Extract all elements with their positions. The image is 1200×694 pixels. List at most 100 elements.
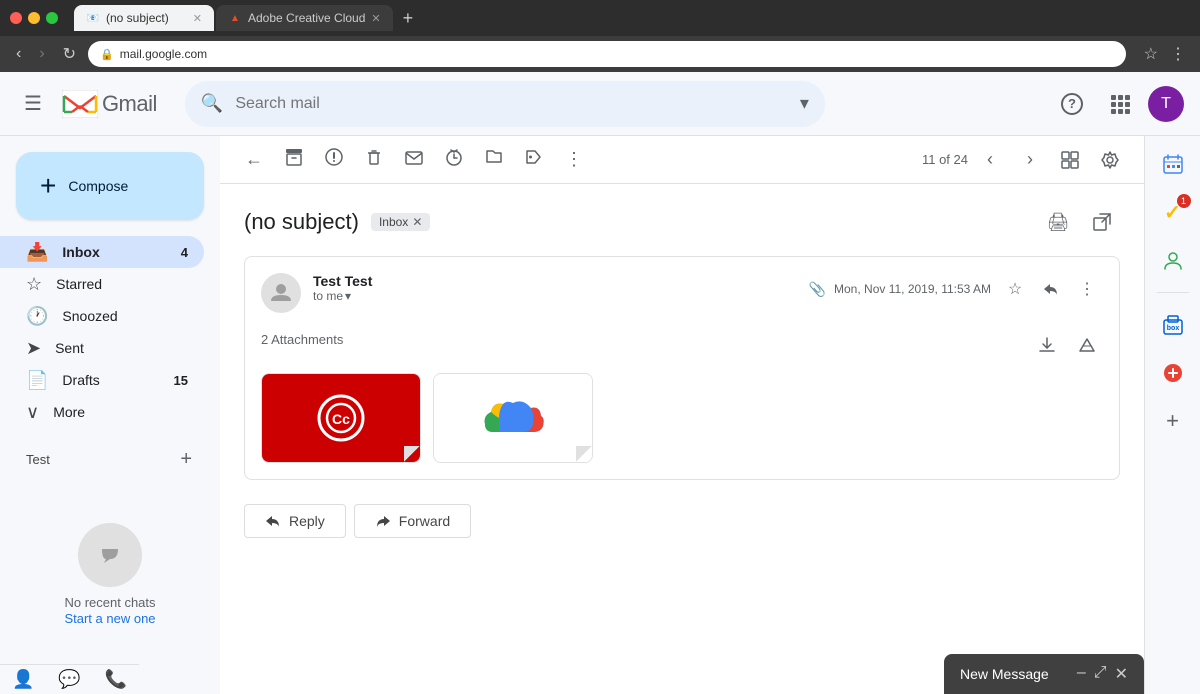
to-me-text[interactable]: to me ▾ [313, 289, 797, 303]
sent-icon: ➤ [26, 338, 41, 359]
sender-name: Test Test [313, 273, 797, 289]
move-to-button[interactable] [476, 142, 512, 178]
snoozed-icon: 🕐 [26, 306, 48, 327]
minimize-window-button[interactable] [28, 12, 40, 24]
open-in-new-window-button[interactable] [1084, 204, 1120, 240]
chat-bottom-icon[interactable]: 💬 [58, 669, 80, 690]
sidebar-item-drafts[interactable]: 📄 Drafts 15 [0, 364, 204, 396]
help-button[interactable]: ? [1052, 84, 1092, 124]
reply-label: Reply [289, 513, 325, 529]
bottom-bar: 👤 💬 📞 [0, 664, 139, 694]
label-button[interactable] [516, 142, 552, 178]
avatar-letter: T [1161, 95, 1171, 113]
save-to-drive-button[interactable] [1071, 329, 1103, 361]
start-new-chat-link[interactable]: Start a new one [64, 611, 155, 626]
contacts-icon [1162, 249, 1184, 271]
sidebar-item-sent[interactable]: ➤ Sent [0, 332, 204, 364]
phone-bottom-icon[interactable]: 📞 [105, 669, 127, 690]
back-button[interactable]: ‹ [10, 41, 27, 67]
email-top-actions: 🖨 [1040, 204, 1120, 240]
pagination: 11 of 24 [922, 152, 968, 167]
download-all-button[interactable] [1031, 329, 1063, 361]
new-tab-button[interactable]: + [395, 8, 422, 29]
compose-plus-icon: + [40, 170, 56, 202]
browser-nav-bar: ‹ › ↻ 🔒 mail.google.com ☆ ⋮ [0, 36, 1200, 72]
forward-button[interactable]: Forward [354, 504, 471, 538]
bookmark-icon[interactable]: ☆ [1140, 40, 1162, 68]
search-input[interactable] [235, 95, 788, 113]
attachment-gcloud[interactable] [433, 373, 593, 463]
close-new-message-button[interactable]: ✕ [1115, 664, 1128, 684]
prev-email-button[interactable]: ‹ [972, 142, 1008, 178]
attachment-adobe[interactable]: Cc [261, 373, 421, 463]
sidebar-item-starred[interactable]: ☆ Starred [0, 268, 204, 300]
chat-bubble-icon [92, 537, 128, 573]
sidebar-item-snoozed[interactable]: 🕐 Snoozed [0, 300, 204, 332]
right-sidebar: ✓ 1 box [1144, 136, 1200, 694]
add-label-button[interactable]: + [180, 448, 192, 471]
snooze-button[interactable] [436, 142, 472, 178]
right-sidebar-add-icon[interactable]: + [1153, 401, 1193, 441]
labels-section-title: Test [26, 452, 50, 467]
right-sidebar-contacts-icon[interactable] [1153, 240, 1193, 280]
browser-tab-adobe[interactable]: ▲ Adobe Creative Cloud ✕ [216, 5, 393, 31]
tab-close-adobe-button[interactable]: ✕ [371, 12, 380, 25]
search-expand-icon[interactable]: ▾ [800, 93, 809, 114]
right-sidebar-calendar-icon[interactable] [1153, 144, 1193, 184]
back-to-inbox-button[interactable]: ← [236, 142, 272, 178]
right-sidebar-red-icon[interactable] [1153, 353, 1193, 393]
tab-close-button[interactable]: ✕ [193, 12, 202, 25]
more-toolbar-button[interactable]: ⋮ [556, 142, 592, 178]
hamburger-menu-button[interactable]: ☰ [16, 83, 50, 124]
reply-icon [1043, 281, 1059, 297]
contacts-bottom-icon[interactable]: 👤 [12, 669, 34, 690]
remove-tag-button[interactable]: ✕ [412, 215, 422, 229]
archive-button[interactable] [276, 142, 312, 178]
next-icon: › [1027, 149, 1033, 170]
adobe-preview: Cc [262, 374, 420, 462]
browser-menu-icon[interactable]: ⋮ [1166, 40, 1190, 68]
report-spam-button[interactable] [316, 142, 352, 178]
sidebar-item-inbox[interactable]: 📥 Inbox 4 [0, 236, 204, 268]
right-sidebar-tasks-icon[interactable]: ✓ 1 [1153, 192, 1193, 232]
minimize-new-message-button[interactable]: – [1077, 664, 1086, 684]
message-more-button[interactable]: ⋮ [1071, 273, 1103, 305]
settings-button[interactable] [1092, 142, 1128, 178]
gmail-header: ☰ Gmail 🔍 ▾ ? [0, 72, 1200, 136]
more-expand-icon: ∨ [26, 402, 39, 423]
right-sidebar-box-icon[interactable]: box [1153, 305, 1193, 345]
view-settings-button[interactable] [1052, 142, 1088, 178]
user-avatar[interactable]: T [1148, 86, 1184, 122]
url-text: mail.google.com [120, 47, 207, 61]
red-circle-icon [1162, 362, 1184, 384]
calendar-icon [1162, 153, 1184, 175]
next-email-button[interactable]: › [1012, 142, 1048, 178]
message-meta: Test Test to me ▾ [313, 273, 797, 303]
archive-icon [285, 148, 303, 171]
close-window-button[interactable] [10, 12, 22, 24]
fullscreen-window-button[interactable] [46, 12, 58, 24]
delete-button[interactable] [356, 142, 392, 178]
drafts-badge: 15 [174, 373, 188, 388]
reply-forward-actions: Reply Forward [244, 504, 1120, 538]
reload-button[interactable]: ↻ [57, 40, 82, 68]
apps-button[interactable] [1100, 84, 1140, 124]
expand-new-message-button[interactable]: ⤢ [1094, 664, 1107, 684]
message-more-icon: ⋮ [1079, 279, 1095, 299]
to-me-expand-icon: ▾ [345, 289, 351, 303]
forward-button[interactable]: › [33, 41, 50, 67]
sidebar-item-more[interactable]: ∨ More [0, 396, 204, 428]
print-icon: 🖨 [1047, 212, 1070, 233]
star-message-button[interactable]: ☆ [999, 273, 1031, 305]
header-actions: ? T [1052, 84, 1184, 124]
reply-button[interactable]: Reply [244, 504, 346, 538]
print-button[interactable]: 🖨 [1040, 204, 1076, 240]
reply-message-button[interactable] [1035, 273, 1067, 305]
compose-button[interactable]: + Compose [16, 152, 204, 220]
address-bar[interactable]: 🔒 mail.google.com [88, 41, 1126, 67]
sender-avatar [261, 273, 301, 313]
chat-icon [78, 523, 142, 587]
mark-unread-button[interactable] [396, 142, 432, 178]
browser-tab-active[interactable]: 📧 (no subject) ✕ [74, 5, 214, 31]
message-date: 📎 Mon, Nov 11, 2019, 11:53 AM ☆ [809, 273, 1103, 305]
